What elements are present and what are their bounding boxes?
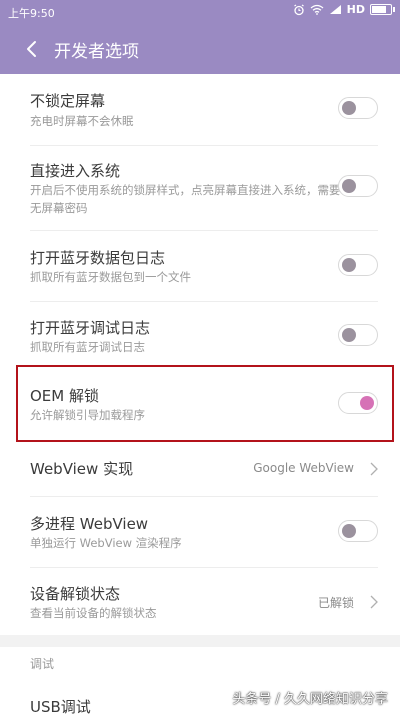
wifi-icon: [310, 4, 324, 15]
page-title: 开发者选项: [54, 42, 139, 62]
toggle-knob: [342, 101, 356, 115]
toggle-knob: [342, 328, 356, 342]
setting-title: 打开蓝牙数据包日志: [30, 249, 166, 267]
status-bar: 上午9:50 HD: [0, 0, 400, 24]
setting-stay-awake[interactable]: 不锁定屏幕 充电时屏幕不会休眠: [0, 90, 400, 144]
direct-boot-toggle[interactable]: [338, 175, 378, 197]
divider: [30, 567, 378, 568]
divider: [30, 145, 378, 146]
bt-debug-log-toggle[interactable]: [338, 324, 378, 346]
setting-subtitle: 抓取所有蓝牙数据包到一个文件: [30, 270, 191, 284]
alarm-icon: [293, 4, 304, 15]
app-bar: 开发者选项: [0, 24, 400, 74]
setting-direct-boot[interactable]: 直接进入系统 开启后不使用系统的锁屏样式，点亮屏幕直接进入系统，需要无屏幕密码: [0, 160, 400, 220]
chevron-right-icon: [370, 462, 378, 476]
setting-bt-debug-log[interactable]: 打开蓝牙调试日志 抓取所有蓝牙调试日志: [0, 317, 400, 361]
setting-subtitle: 抓取所有蓝牙调试日志: [30, 340, 145, 354]
toggle-knob: [342, 258, 356, 272]
setting-value: 已解锁: [317, 596, 354, 610]
watermark: 头条号 / 久久网络知识分享: [232, 692, 388, 707]
signal-icon: [329, 5, 341, 14]
divider: [30, 301, 378, 302]
setting-webview-impl[interactable]: WebView 实现 Google WebView: [0, 458, 400, 480]
setting-bt-snoop-log[interactable]: 打开蓝牙数据包日志 抓取所有蓝牙数据包到一个文件: [0, 247, 400, 291]
setting-value: Google WebView: [253, 461, 354, 475]
setting-title: 打开蓝牙调试日志: [30, 319, 151, 337]
divider: [30, 496, 378, 497]
setting-multiprocess-webview[interactable]: 多进程 WebView 单独运行 WebView 渲染程序: [0, 513, 400, 557]
setting-title: 设备解锁状态: [30, 585, 121, 603]
highlight-box: [16, 365, 394, 442]
setting-subtitle: 充电时屏幕不会休眠: [30, 114, 134, 128]
toggle-knob: [342, 524, 356, 538]
setting-title: USB调试: [30, 698, 91, 716]
status-time: 上午9:50: [8, 7, 55, 20]
setting-title: WebView 实现: [30, 460, 134, 478]
status-icons: HD: [293, 3, 395, 16]
bt-snoop-log-toggle[interactable]: [338, 254, 378, 276]
divider: [30, 230, 378, 231]
setting-title: 多进程 WebView: [30, 515, 149, 533]
setting-title: 不锁定屏幕: [30, 92, 106, 110]
toggle-knob: [342, 179, 356, 193]
back-arrow-icon[interactable]: [22, 37, 42, 61]
stay-awake-toggle[interactable]: [338, 97, 378, 119]
network-type: HD: [346, 3, 365, 16]
setting-subtitle: 查看当前设备的解锁状态: [30, 606, 157, 620]
section-gap: [0, 635, 400, 647]
section-header-debug: 调试: [30, 657, 55, 671]
setting-subtitle: 开启后不使用系统的锁屏样式，点亮屏幕直接进入系统，需要无屏幕密码: [30, 183, 341, 215]
setting-subtitle: 单独运行 WebView 渲染程序: [30, 536, 182, 550]
battery-icon: [370, 4, 395, 15]
setting-device-unlock-status[interactable]: 设备解锁状态 查看当前设备的解锁状态 已解锁: [0, 583, 400, 627]
multiprocess-webview-toggle[interactable]: [338, 520, 378, 542]
chevron-right-icon: [370, 595, 378, 609]
setting-title: 直接进入系统: [30, 162, 121, 180]
